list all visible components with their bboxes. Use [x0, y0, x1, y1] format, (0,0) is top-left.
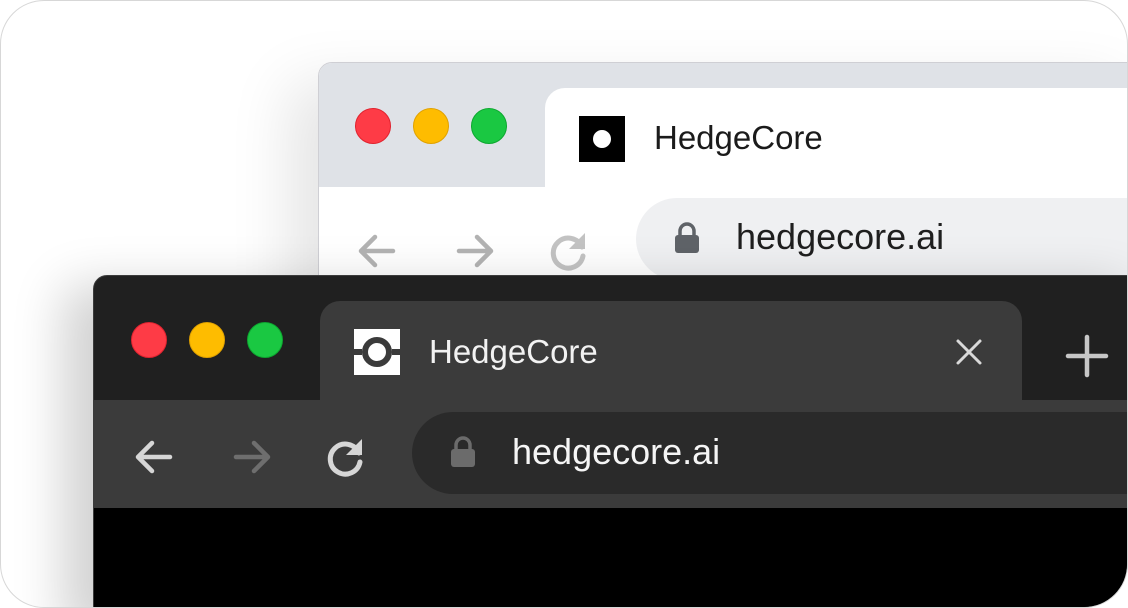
light-tab-hedgecore[interactable]: HedgeCore: [545, 88, 1127, 187]
close-icon[interactable]: [954, 337, 984, 367]
arrow-left-icon[interactable]: [353, 227, 401, 275]
plus-icon[interactable]: [1065, 334, 1109, 378]
arrow-right-icon[interactable]: [228, 433, 276, 481]
dark-toolbar: hedgecore.ai: [94, 400, 1127, 508]
url-text: hedgecore.ai: [512, 431, 721, 472]
tab-title: HedgeCore: [429, 333, 598, 370]
dark-browser-window: HedgeCore hedgecore.ai: [93, 275, 1127, 607]
url-text: hedgecore.ai: [736, 216, 945, 257]
arrow-right-icon[interactable]: [451, 227, 499, 275]
reload-icon[interactable]: [545, 227, 593, 275]
lock-icon: [451, 436, 475, 467]
page-content: [94, 508, 1127, 607]
maximize-window-button[interactable]: [471, 108, 507, 144]
maximize-window-button[interactable]: [247, 322, 283, 358]
light-tab-strip: HedgeCore: [319, 63, 1127, 187]
dark-tab-hedgecore[interactable]: HedgeCore: [320, 301, 1022, 400]
reload-icon[interactable]: [322, 433, 370, 481]
hedgecore-logo-icon: [354, 329, 400, 375]
minimize-window-button[interactable]: [189, 322, 225, 358]
dark-address-bar[interactable]: hedgecore.ai: [412, 412, 1127, 494]
screenshot-frame: HedgeCore hedgecore.ai HedgeCore hedgeco…: [0, 0, 1128, 608]
arrow-left-icon[interactable]: [130, 433, 178, 481]
close-window-button[interactable]: [131, 322, 167, 358]
minimize-window-button[interactable]: [413, 108, 449, 144]
lock-icon: [675, 222, 699, 253]
light-address-bar[interactable]: hedgecore.ai: [636, 198, 1127, 280]
hedgecore-logo-icon: [579, 116, 625, 162]
tab-title: HedgeCore: [654, 119, 823, 156]
close-window-button[interactable]: [355, 108, 391, 144]
